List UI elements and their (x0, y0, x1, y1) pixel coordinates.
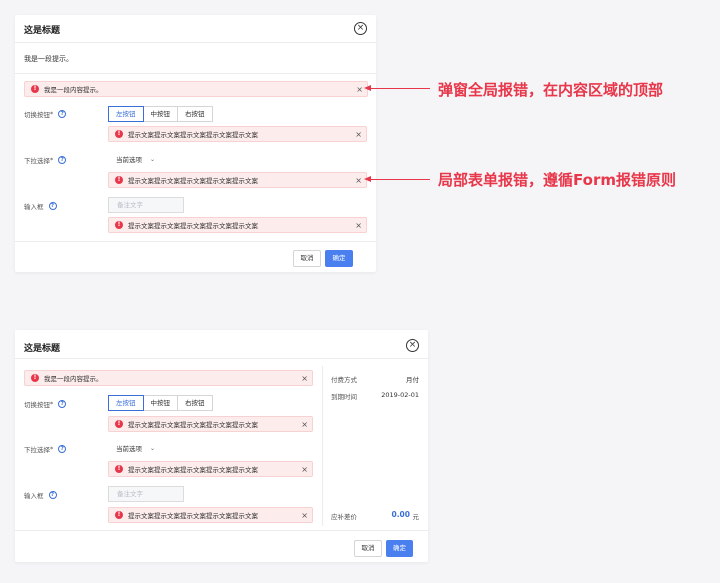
field-error-text: 提示文案提示文案提示文案提示文案提示文案 (128, 222, 258, 230)
divider (15, 73, 376, 74)
error-icon: ! (31, 85, 39, 93)
field-label-input: 输入框 ? (24, 490, 57, 500)
remark-input[interactable]: 备注文字 (108, 197, 184, 213)
side-divider (322, 366, 323, 526)
field-label-select: 下拉选择 * ? (24, 155, 67, 165)
help-icon[interactable]: ? (48, 202, 57, 210)
payment-label: 付费方式 (331, 376, 357, 384)
global-error-text: 我是一段内容提示。 (44, 86, 103, 94)
diff-label: 应补差价 (331, 513, 357, 521)
dismiss-icon[interactable]: × (300, 374, 308, 383)
right-button[interactable]: 右按钮 (177, 395, 213, 411)
dismiss-icon[interactable]: × (300, 420, 308, 429)
cancel-button[interactable]: 取消 (354, 540, 382, 557)
dropdown-select[interactable]: 当前选项 ⌄ (108, 441, 155, 455)
global-error-alert: ! 我是一段内容提示。 × (24, 81, 368, 97)
left-button[interactable]: 左按钮 (108, 395, 144, 411)
dismiss-icon[interactable]: × (300, 465, 308, 474)
help-icon[interactable]: ? (58, 156, 67, 164)
chevron-down-icon: ⌄ (150, 444, 156, 452)
confirm-button[interactable]: 确定 (386, 540, 413, 557)
middle-button[interactable]: 中按钮 (142, 106, 178, 122)
error-icon: ! (115, 465, 123, 473)
error-icon: ! (115, 221, 123, 229)
error-icon: ! (115, 130, 123, 138)
remark-input[interactable]: 备注文字 (108, 486, 184, 502)
close-icon[interactable]: × (406, 339, 419, 352)
annotation-arrow-line (370, 179, 430, 180)
global-error-alert: ! 我是一段内容提示。 × (24, 370, 313, 386)
help-icon[interactable]: ? (58, 110, 67, 118)
error-icon: ! (115, 176, 123, 184)
help-icon[interactable]: ? (48, 491, 57, 499)
field-error-alert: ! 提示文案提示文案提示文案提示文案提示文案 × (108, 416, 313, 432)
dialog-header: 这是标题 × (15, 15, 376, 43)
field-label-toggle: 切换按钮 * ? (24, 109, 67, 119)
field-error-text: 提示文案提示文案提示文案提示文案提示文案 (128, 421, 258, 429)
field-error-text: 提示文案提示文案提示文案提示文案提示文案 (128, 131, 258, 139)
field-error-text: 提示文案提示文案提示文案提示文案提示文案 (128, 466, 258, 474)
dialog-bottom: 这是标题 × ! 我是一段内容提示。 × 切换按钮 * ? 左按钮 中按钮 右按钮… (15, 330, 428, 562)
select-value: 当前选项 (116, 445, 142, 453)
help-icon[interactable]: ? (58, 400, 67, 408)
chevron-down-icon: ⌄ (150, 155, 156, 163)
left-button[interactable]: 左按钮 (108, 106, 144, 122)
field-error-alert: ! 提示文案提示文案提示文案提示文案提示文案 × (108, 126, 367, 142)
dropdown-select[interactable]: 当前选项 ⌄ (108, 152, 155, 166)
error-icon: ! (31, 374, 39, 382)
dialog-hint: 我是一段提示。 (24, 55, 73, 63)
dismiss-icon[interactable]: × (354, 176, 362, 185)
dismiss-icon[interactable]: × (354, 221, 362, 230)
dismiss-icon[interactable]: × (355, 85, 363, 94)
annotation-global-error: 弹窗全局报错，在内容区域的顶部 (438, 81, 664, 99)
error-icon: ! (115, 420, 123, 428)
field-error-alert: ! 提示文案提示文案提示文案提示文案提示文案 × (108, 172, 367, 188)
cancel-button[interactable]: 取消 (293, 250, 321, 267)
dialog-header: 这是标题 × (15, 330, 428, 359)
dialog-title: 这是标题 (24, 26, 61, 36)
field-error-text: 提示文案提示文案提示文案提示文案提示文案 (128, 177, 258, 185)
payment-value: 月付 (406, 376, 419, 384)
field-error-alert: ! 提示文案提示文案提示文案提示文案提示文案 × (108, 507, 313, 523)
field-label-select: 下拉选择 * ? (24, 444, 67, 454)
field-label-toggle: 切换按钮 * ? (24, 399, 67, 409)
expiry-value: 2019-02-01 (381, 391, 419, 399)
confirm-button[interactable]: 确定 (325, 250, 353, 267)
dialog-title: 这是标题 (24, 344, 61, 354)
divider (15, 530, 428, 531)
dismiss-icon[interactable]: × (354, 130, 362, 139)
error-icon: ! (115, 511, 123, 519)
segmented-buttons: 左按钮 中按钮 右按钮 (108, 106, 213, 122)
divider (15, 241, 376, 242)
field-error-text: 提示文案提示文案提示文案提示文案提示文案 (128, 512, 258, 520)
select-value: 当前选项 (116, 156, 142, 164)
annotation-arrow-line (370, 88, 430, 89)
field-error-alert: ! 提示文案提示文案提示文案提示文案提示文案 × (108, 217, 367, 233)
field-label-input: 输入框 ? (24, 201, 57, 211)
field-error-alert: ! 提示文案提示文案提示文案提示文案提示文案 × (108, 461, 313, 477)
dismiss-icon[interactable]: × (300, 511, 308, 520)
segmented-buttons: 左按钮 中按钮 右按钮 (108, 395, 213, 411)
help-icon[interactable]: ? (58, 445, 67, 453)
close-icon[interactable]: × (354, 22, 367, 35)
annotation-form-error: 局部表单报错，遵循Form报错原则 (438, 171, 676, 189)
global-error-text: 我是一段内容提示。 (44, 375, 103, 383)
diff-amount: 0.00 (391, 510, 410, 519)
dialog-top: 这是标题 × 我是一段提示。 ! 我是一段内容提示。 × 切换按钮 * ? 左按钮… (15, 15, 376, 272)
diff-unit: 元 (412, 513, 420, 521)
right-button[interactable]: 右按钮 (177, 106, 213, 122)
middle-button[interactable]: 中按钮 (142, 395, 178, 411)
expiry-label: 到期时间 (331, 393, 357, 401)
